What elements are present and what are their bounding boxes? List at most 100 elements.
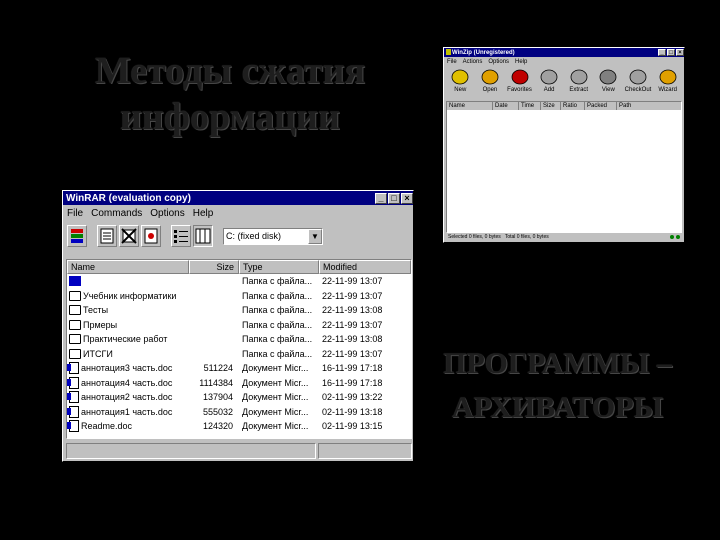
cell-type: Документ Micr... (242, 421, 309, 432)
cell-name: аннотация1 часть.doc (67, 405, 189, 418)
winrar-titlebar[interactable]: WinRAR (evaluation copy) _ □ × (63, 191, 413, 205)
table-row[interactable]: Тесты Папка с файла... 22-11-99 13:08 (67, 303, 411, 318)
column-date[interactable]: Date (493, 102, 519, 110)
slide-subtitle-line2: АРХИВАТОРЫ (451, 391, 664, 424)
table-row[interactable]: Папка с файла... 22-11-99 13:07 (67, 274, 411, 289)
wizard-icon (659, 69, 677, 85)
column-name[interactable]: Name (67, 260, 189, 274)
drive-select[interactable]: C: (fixed disk) ▼ (223, 227, 323, 245)
info-button[interactable] (141, 225, 161, 247)
table-row[interactable]: аннотация3 часть.doc 511224 Документ Micr.… (67, 361, 411, 376)
favorites-button[interactable]: Favorites (506, 68, 533, 98)
delete-button[interactable] (119, 225, 139, 247)
menu-help[interactable]: Help (193, 208, 214, 219)
add-button[interactable]: Add (536, 68, 563, 98)
cell-type: Папка с файла... (242, 334, 313, 345)
table-row[interactable]: аннотация2 часть.doc 137904 Документ Micr.… (67, 390, 411, 405)
column-size[interactable]: Size (541, 102, 561, 110)
folder-icon (69, 319, 81, 330)
file-name: Учебник информатики (83, 290, 177, 301)
view-button[interactable] (97, 225, 117, 247)
winzip-menubar: File Actions Options Help (444, 57, 684, 66)
winzip-toolbar: New Open Favorites Add Extract View CheckOut Wi… (444, 66, 684, 100)
winzip-window: WinZip (Unregistered) _ □ × File Actions… (443, 47, 685, 243)
cell-modified: 22-11-99 13:07 (322, 276, 383, 287)
column-path[interactable]: Path (617, 102, 681, 110)
cell-size: 137904 (202, 392, 233, 403)
column-name[interactable]: Name (447, 102, 493, 110)
winrar-menubar: File Commands Options Help (63, 205, 413, 221)
view-icon (599, 69, 617, 85)
up-folder-icon (69, 276, 81, 287)
details-view-button[interactable] (193, 225, 213, 247)
slide-title-line2: информации (120, 96, 340, 138)
new-button[interactable]: New (447, 68, 474, 98)
cell-name: аннотация4 часть.doc (67, 376, 189, 389)
menu-actions[interactable]: Actions (463, 59, 483, 65)
menu-file[interactable]: File (447, 59, 457, 65)
chevron-down-icon[interactable]: ▼ (308, 228, 322, 244)
winrar-list-header: Name Size Type Modified (67, 260, 411, 274)
file-name: аннотация1 часть.doc (81, 406, 173, 417)
details-icon (195, 228, 211, 244)
table-row[interactable]: Прмеры Папка с файла... 22-11-99 13:07 (67, 318, 411, 333)
table-row[interactable]: Практические работ Папка с файла... 22-11-… (67, 332, 411, 347)
column-modified[interactable]: Modified (319, 260, 411, 274)
file-name: Прмеры (83, 319, 118, 330)
checkout-button[interactable]: CheckOut (625, 68, 651, 98)
cell-modified: 22-11-99 13:07 (322, 348, 383, 359)
column-ratio[interactable]: Ratio (561, 102, 585, 110)
column-time[interactable]: Time (519, 102, 541, 110)
menu-help[interactable]: Help (515, 59, 527, 65)
cell-size: 555032 (202, 406, 233, 417)
status-lights-icon (670, 235, 682, 239)
table-row[interactable]: Readme.doc 124320 Документ Micr... 02-11-99… (67, 419, 411, 434)
column-packed[interactable]: Packed (585, 102, 617, 110)
extract-button[interactable]: Extract (565, 68, 592, 98)
table-row[interactable]: ИТСГИ Папка с файла... 22-11-99 13:07 (67, 347, 411, 362)
menu-file[interactable]: File (67, 208, 83, 219)
status-total: Total 0 files, 0 bytes (504, 234, 549, 240)
menu-options[interactable]: Options (150, 208, 184, 219)
list-view-button[interactable] (171, 225, 191, 247)
table-row[interactable]: аннотация1 часть.doc 555032 Документ Micr.… (67, 405, 411, 420)
favorites-icon (511, 69, 528, 85)
add-label: Add (543, 87, 555, 93)
cell-size: 1114384 (199, 377, 233, 388)
column-size[interactable]: Size (189, 260, 239, 274)
cell-name (67, 276, 189, 287)
close-button[interactable]: × (676, 49, 684, 56)
open-button[interactable]: Open (477, 68, 504, 98)
winrar-statusbar (66, 443, 412, 459)
table-row[interactable]: аннотация4 часть.doc 1114384 Документ Micr… (67, 376, 411, 391)
winrar-file-list[interactable]: Name Size Type Modified Папка с файла...… (66, 259, 412, 439)
add-icon (540, 69, 558, 85)
maximize-button[interactable]: □ (388, 192, 400, 204)
column-type[interactable]: Type (239, 260, 319, 274)
favorites-label: Favorites (507, 87, 532, 93)
winzip-file-list[interactable]: Name Date Time Size Ratio Packed Path (446, 101, 682, 233)
cell-name: аннотация2 часть.doc (67, 391, 189, 404)
maximize-button[interactable]: □ (667, 49, 675, 56)
delete-icon (121, 228, 137, 244)
cell-type: Документ Micr... (242, 392, 309, 403)
winzip-titlebar[interactable]: WinZip (Unregistered) _ □ × (444, 48, 684, 57)
close-button[interactable]: × (401, 192, 413, 204)
add-archive-button[interactable] (67, 225, 87, 247)
table-row[interactable]: Учебник информатики Папка с файла... 22-11… (67, 289, 411, 304)
cell-type: Папка с файла... (242, 348, 313, 359)
menu-commands[interactable]: Commands (91, 208, 142, 219)
minimize-button[interactable]: _ (658, 49, 666, 56)
folder-icon (69, 305, 81, 316)
cell-modified: 16-11-99 17:18 (322, 363, 383, 374)
checkout-icon (629, 69, 647, 85)
minimize-button[interactable]: _ (375, 192, 387, 204)
file-name: аннотация2 часть.doc (81, 392, 173, 403)
winrar-window: WinRAR (evaluation copy) _ □ × File Comm… (62, 190, 414, 462)
file-name: Тесты (83, 305, 109, 316)
cell-name: Прмеры (67, 319, 189, 330)
status-left (66, 443, 316, 459)
wizard-button[interactable]: Wizard (654, 68, 681, 98)
menu-options[interactable]: Options (488, 59, 509, 65)
view-button[interactable]: View (595, 68, 622, 98)
